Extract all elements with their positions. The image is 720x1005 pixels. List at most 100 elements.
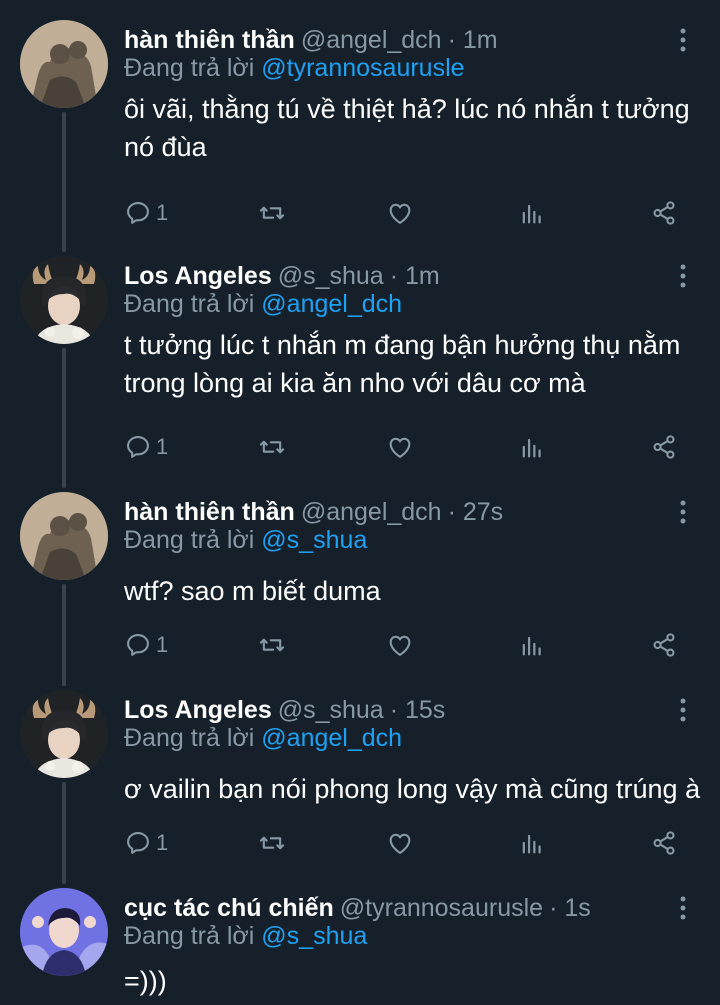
reply-button[interactable]: 1 [124, 826, 168, 860]
reply-icon [124, 199, 152, 227]
share-icon [650, 433, 678, 461]
replying-to: Đang trả lời @angel_dch [124, 721, 402, 755]
analytics-icon [518, 199, 546, 227]
display-name[interactable]: Los Angeles [124, 696, 272, 724]
tweet-actions: 1 [124, 826, 684, 860]
reply-icon [124, 829, 152, 857]
analytics-button[interactable] [518, 430, 546, 464]
share-button[interactable] [650, 430, 678, 464]
tweet-actions: 1 [124, 196, 684, 230]
replying-to-label: Đang trả lời [124, 724, 262, 752]
username[interactable]: @angel_dch [301, 26, 442, 54]
timestamp[interactable]: · 1m [448, 26, 498, 54]
replying-to: Đang trả lời @s_shua [124, 523, 367, 557]
reply-count: 1 [156, 830, 169, 855]
mention-link[interactable]: @s_shua [261, 922, 367, 950]
share-button[interactable] [650, 826, 678, 860]
display-name[interactable]: Los Angeles [124, 262, 272, 290]
like-button[interactable] [386, 196, 414, 230]
more-options-icon[interactable] [676, 696, 690, 724]
replying-to-label: Đang trả lời [124, 290, 262, 318]
username[interactable]: @s_shua [278, 696, 384, 724]
retweet-button[interactable] [258, 430, 286, 464]
retweet-button[interactable] [258, 826, 286, 860]
retweet-icon [258, 829, 286, 857]
analytics-button[interactable] [518, 196, 546, 230]
share-icon [650, 199, 678, 227]
replying-to: Đang trả lời @s_shua [124, 919, 367, 953]
like-icon [386, 829, 414, 857]
analytics-icon [518, 631, 546, 659]
tweet-text: =))) [124, 966, 167, 996]
analytics-icon [518, 829, 546, 857]
username[interactable]: @tyrannosaurusle [340, 894, 543, 922]
tweet[interactable]: hàn thiên thần @angel_dch · 27s Đang trả l… [0, 492, 720, 672]
tweet-text: ôi vãi, thằng tú về thiệt hả? lúc nó nhắ… [124, 94, 690, 162]
person-with-antlers-avatar [20, 256, 108, 344]
reply-button[interactable]: 1 [124, 628, 168, 662]
mention-link[interactable]: @s_shua [261, 526, 367, 554]
reply-count: 1 [156, 200, 169, 225]
display-name[interactable]: hàn thiên thần [124, 26, 295, 54]
person-with-antlers-avatar [20, 690, 108, 778]
tweet-text: t tưởng lúc t nhắn m đang bận hưởng thụ … [124, 330, 681, 398]
retweet-icon [258, 199, 286, 227]
tweet[interactable]: hàn thiên thần @angel_dch · 1m Đang trả lờ… [0, 20, 720, 240]
replying-to: Đang trả lời @tyrannosaurusle [124, 51, 465, 85]
timestamp[interactable]: · 1m [390, 262, 440, 290]
more-options-icon[interactable] [676, 498, 690, 526]
more-options-icon[interactable] [676, 894, 690, 922]
username[interactable]: @s_shua [278, 262, 384, 290]
reply-count: 1 [156, 632, 169, 657]
retweet-button[interactable] [258, 196, 286, 230]
share-button[interactable] [650, 196, 678, 230]
replying-to-label: Đang trả lời [124, 922, 262, 950]
like-button[interactable] [386, 826, 414, 860]
avatar[interactable] [20, 888, 108, 976]
timestamp[interactable]: · 1s [549, 894, 591, 922]
analytics-icon [518, 433, 546, 461]
like-button[interactable] [386, 430, 414, 464]
more-options-icon[interactable] [676, 262, 690, 290]
tweet-actions: 1 [124, 430, 684, 464]
share-icon [650, 829, 678, 857]
tweet[interactable]: cục tác chú chiến @tyrannosaurusle · 1s Đa… [0, 888, 720, 1005]
purple-portrait-avatar [20, 888, 108, 976]
tweet-text: ơ vailin bạn nói phong long vậy mà cũng … [124, 774, 701, 804]
display-name[interactable]: hàn thiên thần [124, 498, 295, 526]
analytics-button[interactable] [518, 628, 546, 662]
like-button[interactable] [386, 628, 414, 662]
share-button[interactable] [650, 628, 678, 662]
like-icon [386, 433, 414, 461]
mention-link[interactable]: @angel_dch [261, 724, 402, 752]
avatar[interactable] [20, 256, 108, 344]
timestamp[interactable]: · 27s [448, 498, 504, 526]
retweet-button[interactable] [258, 628, 286, 662]
like-icon [386, 199, 414, 227]
tweet-text: wtf? sao m biết duma [124, 576, 381, 606]
reply-icon [124, 433, 152, 461]
tweet[interactable]: Los Angeles @s_shua · 15s Đang trả lời @an… [0, 690, 720, 870]
analytics-button[interactable] [518, 826, 546, 860]
username[interactable]: @angel_dch [301, 498, 442, 526]
reply-button[interactable]: 1 [124, 196, 168, 230]
mention-link[interactable]: @angel_dch [261, 290, 402, 318]
display-name[interactable]: cục tác chú chiến [124, 894, 334, 922]
sepia-silhouette-avatar [20, 492, 108, 580]
reply-button[interactable]: 1 [124, 430, 168, 464]
tweet[interactable]: Los Angeles @s_shua · 1m Đang trả lời @ang… [0, 256, 720, 476]
avatar[interactable] [20, 20, 108, 108]
reply-count: 1 [156, 434, 169, 459]
share-icon [650, 631, 678, 659]
replying-to-label: Đang trả lời [124, 54, 262, 82]
timestamp[interactable]: · 15s [390, 696, 446, 724]
more-options-icon[interactable] [676, 26, 690, 54]
mention-link[interactable]: @tyrannosaurusle [261, 54, 464, 82]
avatar[interactable] [20, 492, 108, 580]
retweet-icon [258, 433, 286, 461]
reply-icon [124, 631, 152, 659]
tweet-actions: 1 [124, 628, 684, 662]
retweet-icon [258, 631, 286, 659]
avatar[interactable] [20, 690, 108, 778]
replying-to: Đang trả lời @angel_dch [124, 287, 402, 321]
